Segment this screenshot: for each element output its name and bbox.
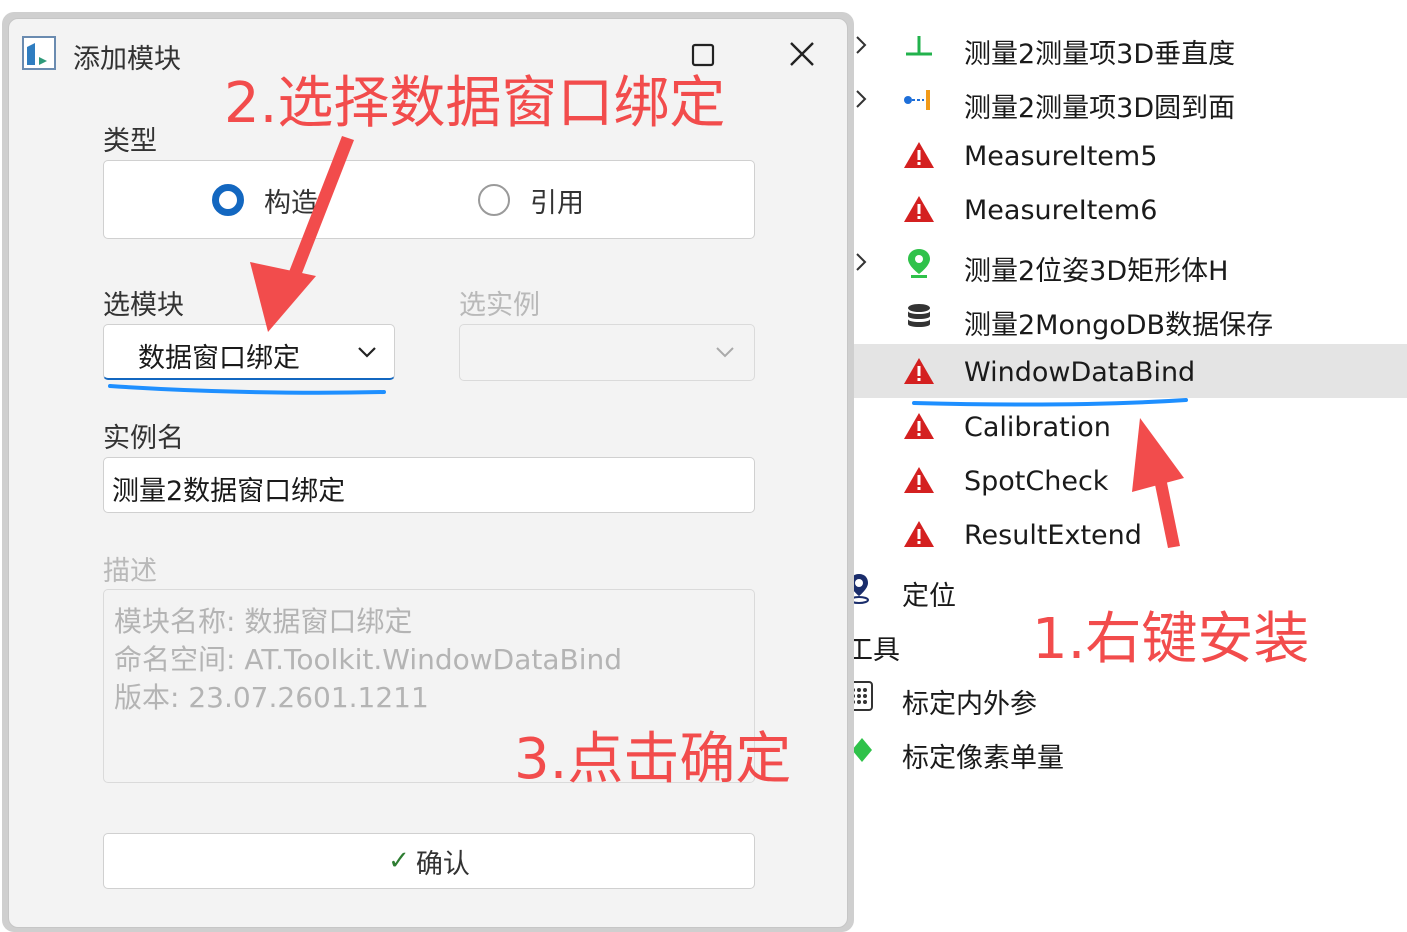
module-select[interactable]: 数据窗口绑定	[103, 324, 395, 380]
instance-name-value: 测量2数据窗口绑定	[112, 476, 346, 507]
tree-item-label: Calibration	[964, 412, 1111, 443]
radio-construct[interactable]: 构造	[212, 180, 318, 220]
tree-item-label: 测量2测量项3D圆到面	[964, 93, 1236, 124]
perpendicular-icon	[902, 30, 936, 62]
tree-group-label: 工具	[846, 635, 900, 666]
module-tree: 测量2测量项3D垂直度 测量2测量项3D圆到面 MeasureItem5 Mea…	[845, 0, 1407, 921]
radio-reference-label: 引用	[530, 187, 584, 219]
module-select-value: 数据窗口绑定	[138, 343, 300, 374]
close-icon	[790, 42, 814, 66]
tree-item-label: ResultExtend	[964, 520, 1142, 551]
tree-item[interactable]: 测量2MongoDB数据保存	[846, 290, 1407, 344]
tree-item[interactable]: MeasureItem5	[846, 128, 1407, 182]
chevron-down-icon	[358, 347, 376, 358]
annotation-step3: 3.点击确定	[514, 727, 792, 792]
dialog-title: 添加模块	[73, 44, 181, 75]
tree-item-label: SpotCheck	[964, 466, 1109, 497]
radio-construct-label: 构造	[264, 187, 318, 219]
annotation-underline-tree	[912, 398, 1188, 407]
description-line: 模块名称: 数据窗口绑定	[114, 605, 413, 638]
tree-group-pixel[interactable]: 标定像素单量	[846, 723, 1407, 777]
warning-icon	[902, 464, 936, 496]
tree-item-label: 测量2测量项3D垂直度	[964, 39, 1236, 70]
tree-group-calibration[interactable]: 标定内外参	[845, 669, 1407, 723]
tree-item[interactable]: Calibration	[846, 399, 1407, 453]
tree-item-selected[interactable]: WindowDataBind	[846, 344, 1407, 398]
tree-item-label: 测量2MongoDB数据保存	[964, 310, 1274, 341]
tree-group-label: 标定像素单量	[902, 743, 1064, 774]
tree-item-label: 测量2位姿3D矩形体H	[964, 256, 1229, 287]
tree-item[interactable]: 测量2位姿3D矩形体H	[846, 236, 1407, 290]
annotation-step1: 1.右键安装	[1032, 607, 1310, 672]
close-button[interactable]	[779, 33, 825, 75]
confirm-button[interactable]: ✓ 确认	[103, 833, 755, 889]
instance-label: 选实例	[459, 290, 540, 321]
description-line: 命名空间: AT.Toolkit.WindowDataBind	[114, 643, 623, 676]
instance-name-input[interactable]: 测量2数据窗口绑定	[103, 457, 755, 513]
tree-group-label: 定位	[902, 581, 956, 612]
instance-name-label: 实例名	[103, 423, 184, 454]
app-icon	[21, 35, 57, 71]
tree-item-label: MeasureItem6	[964, 195, 1158, 226]
tree-item[interactable]: 测量2测量项3D圆到面	[846, 73, 1407, 127]
tree-item-label: MeasureItem5	[964, 141, 1158, 172]
radio-selected-icon	[212, 184, 244, 216]
database-icon	[902, 301, 936, 333]
confirm-button-label: 确认	[415, 848, 470, 880]
radio-reference[interactable]: 引用	[478, 180, 584, 220]
tree-item[interactable]: SpotCheck	[846, 453, 1407, 507]
checkmark-icon: ✓	[388, 846, 410, 876]
description-line: 版本: 23.07.2601.1211	[114, 681, 429, 714]
warning-icon	[902, 518, 936, 550]
warning-icon	[902, 355, 936, 387]
type-label: 类型	[103, 126, 157, 157]
tree-group-label: 标定内外参	[902, 689, 1037, 720]
tree-item[interactable]: 测量2测量项3D垂直度	[846, 19, 1407, 73]
module-label: 选模块	[103, 290, 184, 321]
annotation-step2: 2.选择数据窗口绑定	[224, 71, 726, 136]
instance-select[interactable]	[459, 324, 755, 381]
chevron-down-icon	[716, 347, 734, 358]
warning-icon	[902, 139, 936, 171]
warning-icon	[902, 193, 936, 225]
type-radio-group: 构造 引用	[103, 160, 755, 239]
circle-to-plane-icon	[902, 84, 936, 116]
warning-icon	[902, 410, 936, 442]
tree-item[interactable]: ResultExtend	[846, 507, 1407, 561]
description-label: 描述	[103, 556, 157, 587]
tree-item[interactable]: MeasureItem6	[846, 182, 1407, 236]
location-pin-icon	[902, 247, 936, 279]
radio-unselected-icon	[478, 184, 510, 216]
tree-item-label: WindowDataBind	[964, 357, 1196, 388]
